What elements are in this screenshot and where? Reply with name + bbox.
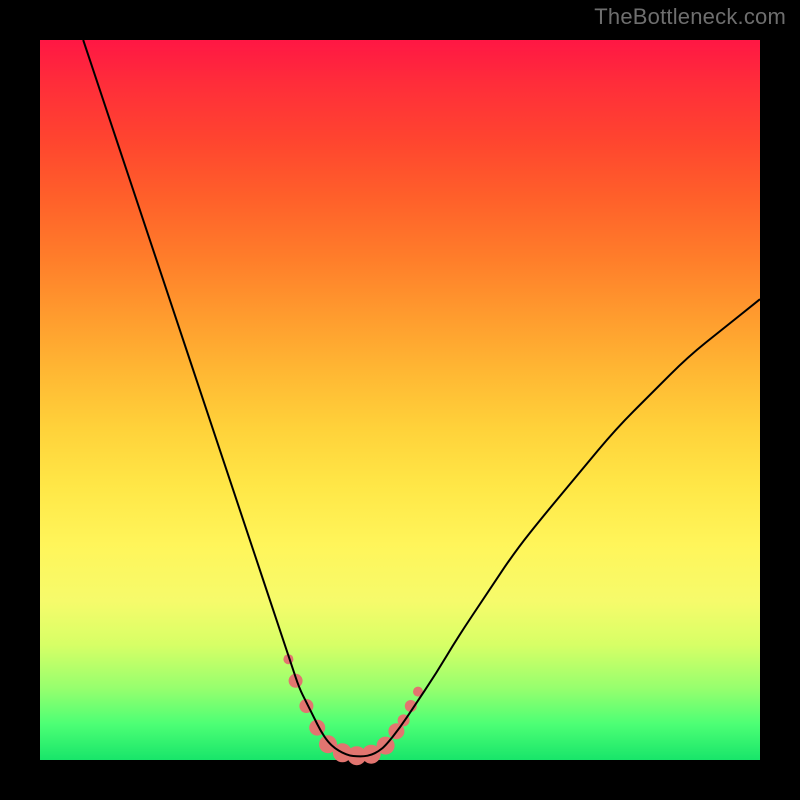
watermark-text: TheBottleneck.com (594, 4, 786, 30)
plot-svg (40, 40, 760, 760)
markers-group (283, 654, 423, 765)
chart-frame: TheBottleneck.com (0, 0, 800, 800)
curve-series (83, 40, 760, 756)
